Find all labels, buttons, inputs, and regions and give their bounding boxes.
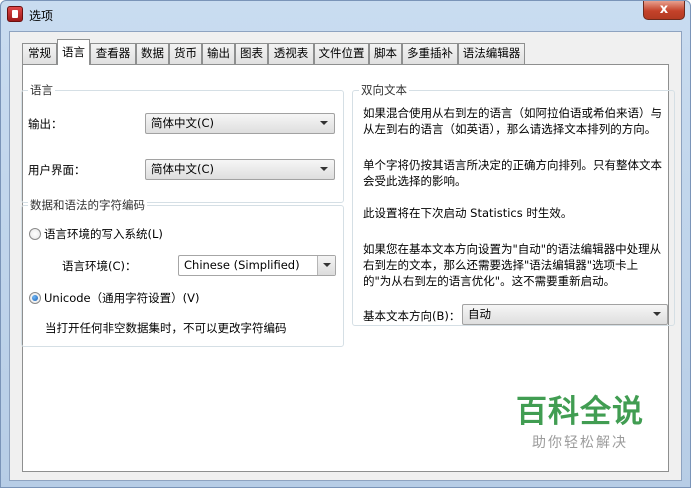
tab-output[interactable]: 输出: [202, 43, 235, 64]
output-language-select[interactable]: 简体中文(C): [145, 113, 335, 134]
base-text-direction-select[interactable]: 自动: [462, 304, 668, 325]
base-text-direction-label: 基本文本方向(B)：: [363, 309, 461, 323]
chevron-down-icon: [323, 263, 331, 267]
watermark-sub-text: 助你轻松解决: [532, 435, 628, 451]
base-text-direction-value: 自动: [468, 307, 491, 321]
title-bar[interactable]: 选项 x: [1, 1, 690, 29]
window-title: 选项: [29, 9, 54, 23]
locale-radio[interactable]: [29, 228, 41, 240]
unicode-radio[interactable]: [29, 292, 41, 304]
close-button[interactable]: x: [643, 1, 685, 20]
watermark-logo: 百科全说 助你轻松解决: [493, 382, 667, 464]
tab-charts[interactable]: 图表: [235, 43, 268, 64]
bidi-group-title: 双向文本: [359, 83, 409, 97]
encoding-group: 数据和语法的字符编码 语言环境的写入系统(L) 语言环境(C)： Chinese…: [21, 198, 344, 347]
ui-language-select[interactable]: 简体中文(C): [145, 159, 335, 180]
locale-select[interactable]: Chinese (Simplified): [178, 255, 336, 276]
output-language-label: 输出：: [28, 117, 63, 131]
tab-file-locations[interactable]: 文件位置: [314, 43, 369, 64]
watermark-main-text: 百科全说: [516, 394, 644, 430]
chevron-down-icon: [320, 167, 328, 171]
output-language-value: 简体中文(C): [151, 116, 215, 130]
bidi-restart-note: 此设置将在下次启动 Statistics 时生效。: [363, 206, 573, 220]
locale-radio-label[interactable]: 语言环境的写入系统(L): [44, 227, 163, 241]
locale-label: 语言环境(C)：: [62, 259, 137, 273]
encoding-note: 当打开任何非空数据集时，不可以更改字符编码: [45, 321, 287, 335]
tab-viewer[interactable]: 查看器: [90, 43, 136, 64]
bidi-syntax-editor-note: 如果您在基本文本方向设置为"自动"的语法编辑器中处理从右到左的文本，那么还需要选…: [363, 242, 662, 288]
tab-scripts[interactable]: 脚本: [369, 43, 402, 64]
tab-multiple-imputation[interactable]: 多重插补: [402, 43, 458, 64]
app-icon: [7, 6, 23, 22]
ui-language-value: 简体中文(C): [151, 162, 215, 176]
language-group: 语言 输出： 简体中文(C) 用户界面： 简体中文(C): [21, 83, 344, 203]
tab-currency[interactable]: 货币: [169, 43, 202, 64]
chevron-down-icon: [320, 121, 328, 125]
chevron-down-icon: [653, 312, 661, 316]
tab-pivot-tables[interactable]: 透视表: [268, 43, 314, 64]
tab-data[interactable]: 数据: [136, 43, 169, 64]
language-group-title: 语言: [28, 83, 55, 97]
locale-value: Chinese (Simplified): [184, 258, 300, 272]
unicode-radio-label[interactable]: Unicode（通用字符设置）(V): [44, 291, 199, 305]
tab-language[interactable]: 语言: [57, 39, 90, 65]
bidi-text-group: 双向文本 如果混合使用从右到左的语言（如阿拉伯语或希伯来语）与从左到右的语言（如…: [352, 83, 675, 326]
tab-general[interactable]: 常规: [22, 43, 57, 64]
bidi-description-2: 单个字将仍按其语言所决定的正确方向排列。只有整体文本会受此选择的影响。: [363, 158, 662, 188]
ui-language-label: 用户界面：: [28, 163, 86, 177]
tab-syntax-editor[interactable]: 语法编辑器: [458, 43, 525, 64]
encoding-group-title: 数据和语法的字符编码: [28, 198, 147, 212]
locale-dropdown-button[interactable]: [317, 256, 335, 275]
bidi-description-1: 如果混合使用从右到左的语言（如阿拉伯语或希伯来语）与从左到右的语言（如英语），那…: [363, 106, 662, 136]
options-dialog: 选项 x 常规 语言 查看器 数据 货币 输出 图表 透视表 文件位置 脚本 多…: [0, 0, 691, 488]
